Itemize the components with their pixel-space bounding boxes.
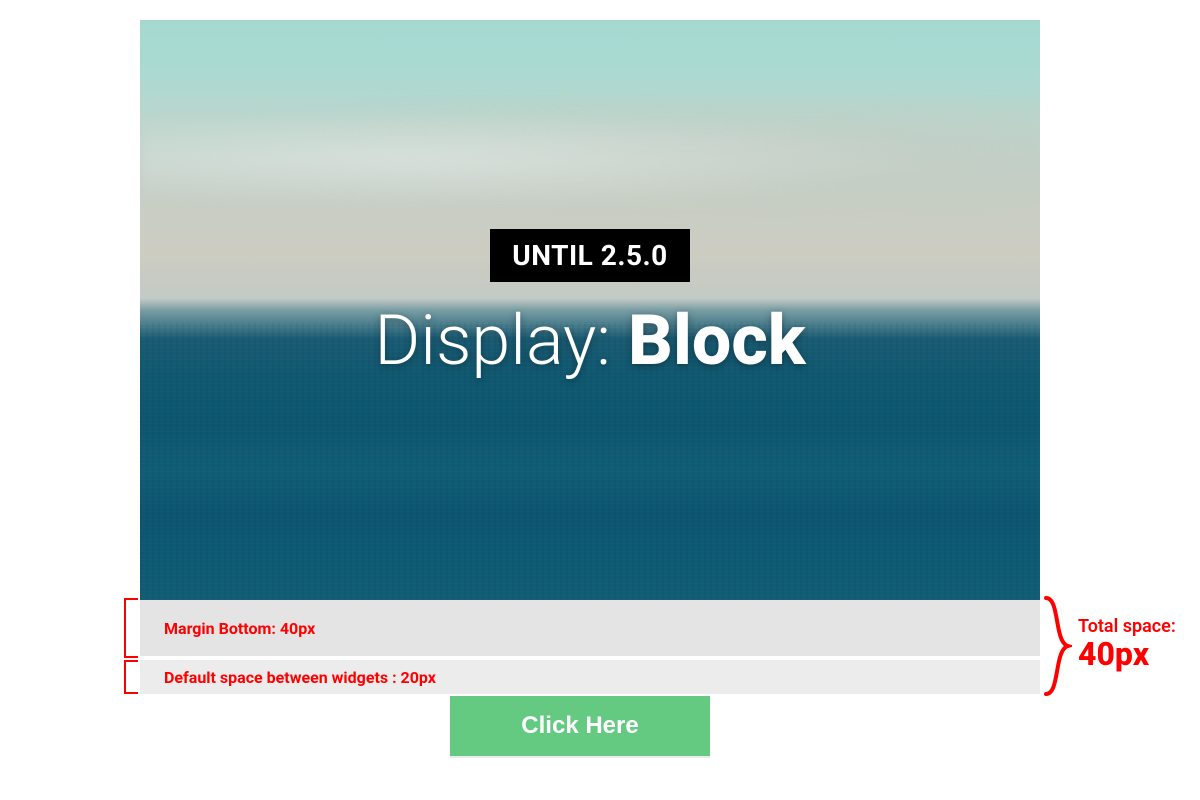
margin-bottom-zone: Margin Bottom: 40px	[140, 600, 1040, 656]
hero-headline: Display: Block	[374, 300, 805, 382]
total-space-label: Total space:	[1078, 616, 1176, 637]
widget-gap-label: Default space between widgets : 20px	[164, 668, 436, 687]
version-badge: UNTIL 2.5.0	[490, 229, 689, 282]
headline-light: Display:	[374, 300, 628, 382]
headline-bold: Block	[628, 300, 806, 382]
margin-bottom-label: Margin Bottom: 40px	[164, 619, 315, 638]
click-here-button[interactable]: Click Here	[450, 696, 710, 756]
total-space-value: 40px	[1078, 637, 1176, 672]
right-curly-brace	[1042, 596, 1072, 696]
left-bracket-margin	[124, 598, 138, 658]
total-space-annotation: Total space: 40px	[1078, 616, 1176, 672]
widget-gap-zone: Default space between widgets : 20px	[140, 660, 1040, 694]
hero-image-block: UNTIL 2.5.0 Display: Block	[140, 20, 1040, 600]
left-bracket-gap	[124, 660, 138, 694]
